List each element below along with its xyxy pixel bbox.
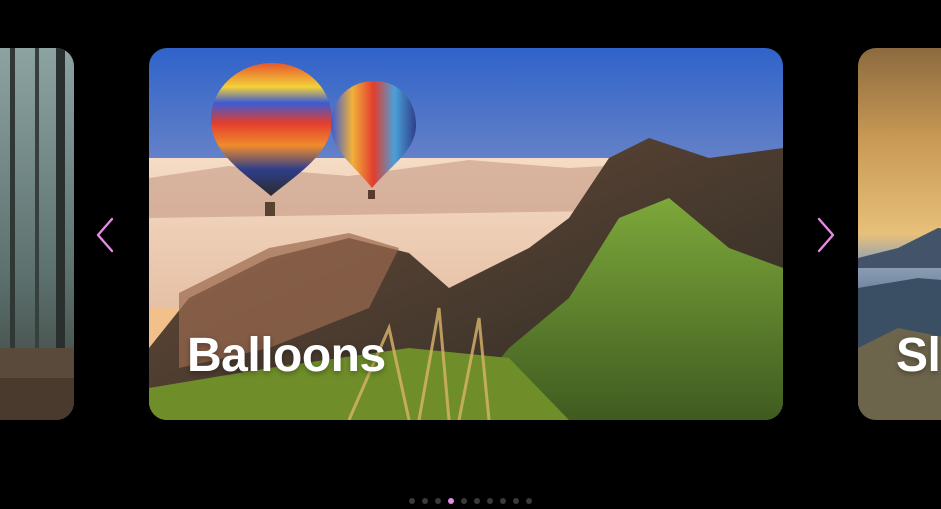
page-dot[interactable] [487, 498, 493, 504]
carousel-slide-prev[interactable] [0, 48, 74, 420]
page-dot[interactable] [422, 498, 428, 504]
page-dot[interactable] [474, 498, 480, 504]
page-dot[interactable] [500, 498, 506, 504]
page-dot[interactable] [461, 498, 467, 504]
carousel-slide-next[interactable]: Sl [858, 48, 941, 420]
page-dot[interactable] [448, 498, 454, 504]
page-dot[interactable] [526, 498, 532, 504]
forest-image [0, 48, 74, 420]
chevron-right-icon [817, 217, 835, 253]
page-dot[interactable] [435, 498, 441, 504]
page-dot[interactable] [409, 498, 415, 504]
slide-title: Balloons [187, 329, 386, 382]
page-indicator [0, 498, 941, 504]
chevron-left-icon [96, 217, 114, 253]
carousel-slide-current[interactable]: Balloons [149, 48, 783, 420]
slide-title-next: Sl [896, 329, 941, 382]
page-dot[interactable] [513, 498, 519, 504]
next-slide-button[interactable] [813, 213, 839, 257]
previous-slide-button[interactable] [92, 213, 118, 257]
